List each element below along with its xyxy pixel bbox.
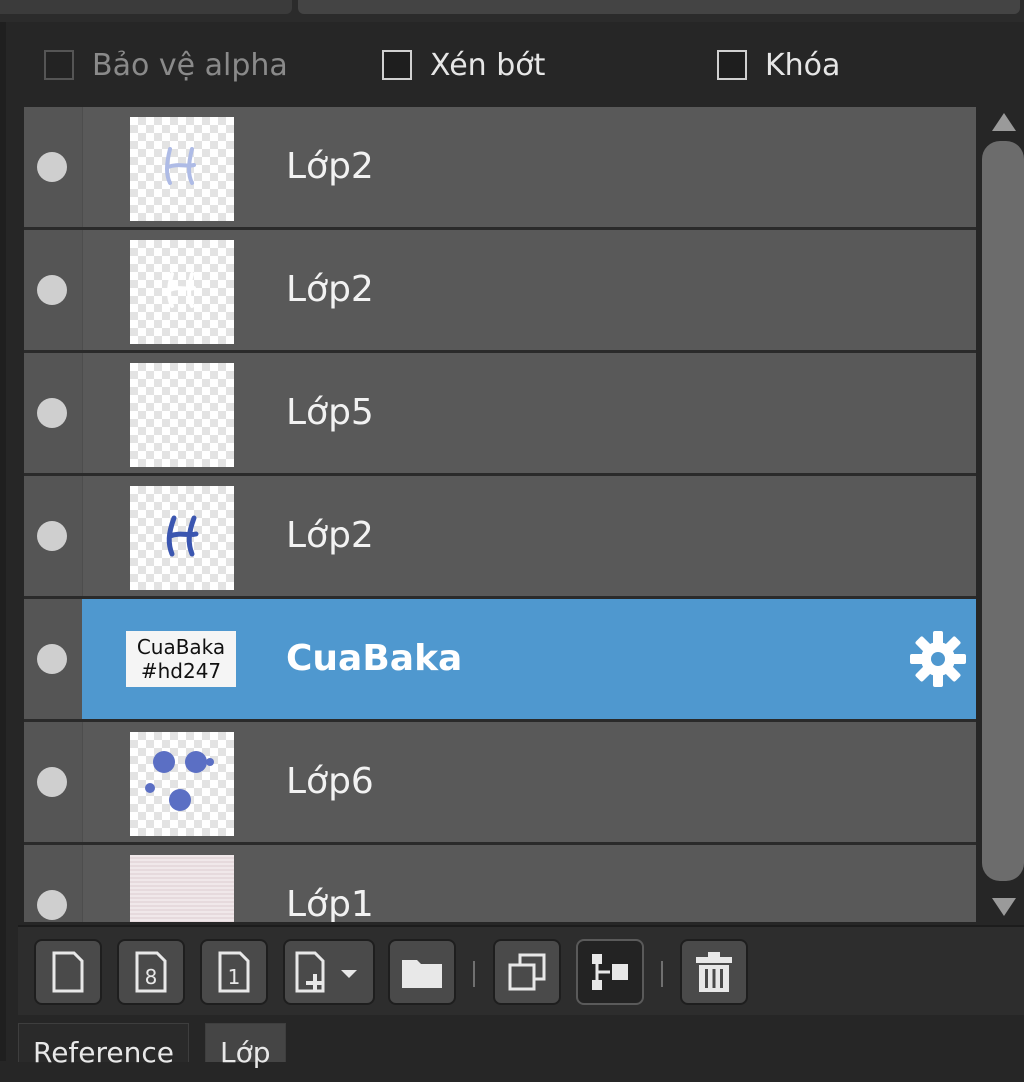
- layer-name: Lớp6: [286, 761, 374, 802]
- scroll-down-arrow-icon[interactable]: [992, 898, 1016, 916]
- layer-row[interactable]: Lớp6: [24, 722, 976, 842]
- layer-row[interactable]: Lớp2: [24, 107, 976, 227]
- blue-dots-icon: [145, 751, 214, 811]
- layer-thumbnail: [130, 855, 234, 922]
- scroll-up-arrow-icon[interactable]: [992, 113, 1016, 131]
- duplicate-layer-icon: [508, 953, 546, 991]
- bottom-tab-bar: Reference Lớp: [18, 1023, 1024, 1069]
- tab-layers[interactable]: Lớp: [205, 1023, 286, 1069]
- layer-row[interactable]: Lớp2: [24, 230, 976, 350]
- lock-label: Khóa: [765, 47, 841, 83]
- panel-left-edge: [0, 0, 6, 1061]
- script-h-blue-icon: [166, 515, 199, 557]
- visibility-dot-icon: [37, 767, 67, 797]
- thumbnail-text-line1: CuaBaka: [136, 635, 226, 659]
- layer-name: Lớp2: [286, 515, 374, 556]
- toolbar-separator: [661, 961, 663, 987]
- delete-layer-icon: [696, 952, 732, 992]
- layer-options-bar: Bảo vệ alpha Xén bớt Khóa: [0, 36, 1024, 96]
- layer-row[interactable]: Lớp1: [24, 845, 976, 922]
- layer-thumbnail: [130, 486, 234, 590]
- lock-option[interactable]: Khóa: [717, 47, 841, 83]
- visibility-toggle[interactable]: [24, 722, 83, 842]
- add-layer-dropdown-icon: [295, 951, 357, 993]
- new-folder-icon: [402, 960, 442, 988]
- lock-checkbox[interactable]: [717, 50, 747, 80]
- clip-label: Xén bớt: [430, 47, 546, 83]
- layer-thumbnail: [130, 240, 234, 344]
- new-8bit-layer-button[interactable]: 8: [117, 939, 185, 1005]
- new-8bit-layer-icon: 8: [135, 951, 167, 993]
- new-folder-button[interactable]: [388, 939, 456, 1005]
- tab-reference[interactable]: Reference: [18, 1023, 189, 1069]
- visibility-dot-icon: [37, 152, 67, 182]
- script-h-faint-icon: [165, 147, 196, 185]
- visibility-dot-icon: [37, 644, 67, 674]
- layer-name: Lớp2: [286, 146, 374, 187]
- layer-list-scrollbar[interactable]: [978, 107, 1024, 922]
- new-1bit-layer-icon: 1: [218, 951, 250, 993]
- visibility-toggle[interactable]: [24, 599, 83, 719]
- alpha-protect-checkbox[interactable]: [44, 50, 74, 80]
- script-h-white-icon: [167, 272, 196, 308]
- new-1bit-layer-button[interactable]: 1: [200, 939, 268, 1005]
- svg-text:8: 8: [145, 965, 158, 989]
- clip-option[interactable]: Xén bớt: [382, 47, 546, 83]
- top-tab-strip: [0, 0, 1024, 22]
- thumbnail-text-line2: #hd247: [140, 659, 222, 683]
- visibility-dot-icon: [37, 890, 67, 920]
- layer-name: CuaBaka: [286, 638, 463, 679]
- add-layer-dropdown-button[interactable]: [283, 939, 375, 1005]
- gear-icon[interactable]: [910, 631, 966, 687]
- layer-thumbnail: [130, 117, 234, 221]
- duplicate-layer-button[interactable]: [493, 939, 561, 1005]
- layer-row[interactable]: Lớp2: [24, 476, 976, 596]
- visibility-toggle[interactable]: [24, 230, 83, 350]
- layer-name: Lớp2: [286, 269, 374, 310]
- visibility-toggle[interactable]: [24, 353, 83, 473]
- merge-layer-icon: [592, 954, 628, 990]
- layer-name: Lớp5: [286, 392, 374, 433]
- delete-layer-button[interactable]: [680, 939, 748, 1005]
- layer-row[interactable]: Lớp5: [24, 353, 976, 473]
- alpha-protect-option[interactable]: Bảo vệ alpha: [44, 47, 288, 83]
- layer-toolbar: 8 1: [18, 925, 1024, 1015]
- top-tab-left[interactable]: [0, 0, 292, 14]
- toolbar-separator: [473, 961, 475, 987]
- visibility-toggle[interactable]: [24, 845, 83, 922]
- svg-text:1: 1: [228, 965, 241, 989]
- new-layer-icon: [52, 951, 84, 993]
- clip-checkbox[interactable]: [382, 50, 412, 80]
- layer-list[interactable]: Lớp2 Lớp2 Lớp5 Lớp2 CuaBaka #hd247 CuaBa…: [24, 107, 976, 922]
- visibility-dot-icon: [37, 398, 67, 428]
- scrollbar-thumb[interactable]: [982, 141, 1024, 881]
- layer-thumbnail: [130, 363, 234, 467]
- alpha-protect-label: Bảo vệ alpha: [92, 47, 288, 83]
- layer-name: Lớp1: [286, 884, 374, 922]
- new-layer-button[interactable]: [34, 939, 102, 1005]
- visibility-dot-icon: [37, 275, 67, 305]
- layer-row-selected[interactable]: CuaBaka #hd247 CuaBaka: [24, 599, 976, 719]
- visibility-dot-icon: [37, 521, 67, 551]
- layer-thumbnail: CuaBaka #hd247: [126, 631, 236, 687]
- visibility-toggle[interactable]: [24, 476, 83, 596]
- layer-thumbnail: [130, 732, 234, 836]
- top-tab-right[interactable]: [298, 0, 1020, 14]
- merge-layer-button[interactable]: [576, 939, 644, 1005]
- visibility-toggle[interactable]: [24, 107, 83, 227]
